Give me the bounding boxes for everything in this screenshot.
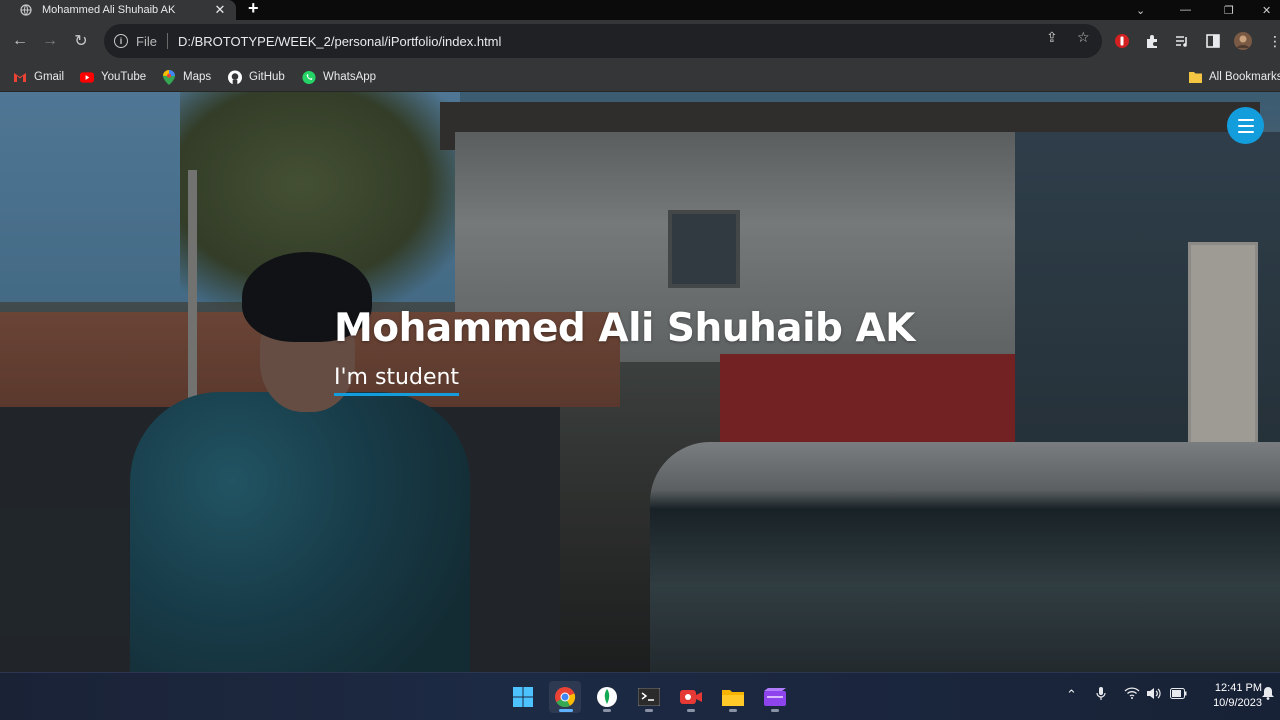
bookmark-github[interactable]: GitHub <box>228 68 285 86</box>
taskbar-clock[interactable]: 12:41 PM 10/9/2023 <box>1196 681 1262 711</box>
bookmark-label: Maps <box>183 71 212 83</box>
back-arrow-icon[interactable]: ← <box>10 31 30 51</box>
globe-icon <box>20 4 32 16</box>
battery-icon[interactable] <box>1170 687 1187 702</box>
bookmark-label: GitHub <box>249 71 285 83</box>
bookmark-label: Gmail <box>34 71 65 83</box>
mobile-nav-toggle-button[interactable] <box>1227 107 1264 144</box>
maps-icon <box>162 69 176 85</box>
browser-toolbar: ← → ↻ i File D:/BROTOTYPE/WEEK_2/persona… <box>0 20 1280 62</box>
address-url[interactable]: D:/BROTOTYPE/WEEK_2/personal/iPortfolio/… <box>178 34 1102 49</box>
folder-icon <box>1188 70 1202 84</box>
media-queue-icon[interactable] <box>1173 32 1191 50</box>
hero-section: Mohammed Ali Shuhaib AK I'm student <box>0 92 1280 672</box>
hero-subtitle: I'm student <box>334 365 460 396</box>
clipchamp-icon[interactable] <box>759 681 791 713</box>
address-scheme: File <box>136 33 157 49</box>
volume-icon[interactable] <box>1146 687 1162 703</box>
taskbar: ⌃ 12:41 PM 10/9/2023 <box>0 672 1280 720</box>
windows-start-icon[interactable] <box>507 681 539 713</box>
clock-time: 12:41 PM <box>1214 682 1262 694</box>
new-tab-icon[interactable]: + <box>248 0 259 19</box>
reload-icon[interactable]: ↻ <box>71 31 91 51</box>
bookmark-maps[interactable]: Maps <box>162 68 211 86</box>
tab-title: Mohammed Ali Shuhaib AK <box>42 4 176 16</box>
browser-menu-icon[interactable]: ⋮ <box>1266 32 1280 50</box>
bookmark-label: WhatsApp <box>323 71 377 83</box>
hamburger-icon <box>1237 118 1254 121</box>
window-close-icon[interactable]: ✕ <box>1262 0 1271 20</box>
minimize-icon[interactable]: — <box>1180 0 1191 20</box>
terminal-icon[interactable] <box>633 681 665 713</box>
screen-recorder-icon[interactable] <box>675 681 707 713</box>
bookmark-youtube[interactable]: YouTube <box>80 68 146 86</box>
extension-adblock-icon[interactable] <box>1113 32 1131 50</box>
bookmark-whatsapp[interactable]: WhatsApp <box>302 68 376 86</box>
github-icon <box>228 70 242 84</box>
bookmarks-bar: Gmail YouTube Maps GitHub WhatsApp All B… <box>0 62 1280 92</box>
side-panel-icon[interactable] <box>1204 32 1222 50</box>
restore-icon[interactable]: ❐ <box>1224 0 1234 20</box>
notification-bell-icon[interactable] <box>1262 687 1274 703</box>
address-separator <box>166 33 168 49</box>
extensions-puzzle-icon[interactable] <box>1143 32 1161 50</box>
gmail-icon <box>13 70 27 84</box>
microphone-icon[interactable] <box>1096 687 1106 704</box>
youtube-icon <box>80 70 94 84</box>
all-bookmarks-label: All Bookmarks <box>1209 71 1280 83</box>
site-info-icon[interactable]: i <box>114 34 128 48</box>
screen: Mohammed Ali Shuhaib AK ✕ + ⌄ — ❐ ✕ ← → … <box>0 0 1280 720</box>
browser-tab[interactable]: Mohammed Ali Shuhaib AK ✕ <box>0 0 236 20</box>
share-icon[interactable]: ⇪ <box>1046 29 1058 46</box>
tab-close-icon[interactable]: ✕ <box>212 2 228 18</box>
address-bar[interactable]: i File D:/BROTOTYPE/WEEK_2/personal/iPor… <box>104 24 1102 58</box>
mongodb-compass-icon[interactable] <box>591 681 623 713</box>
tab-search-chevron-icon[interactable]: ⌄ <box>1136 0 1145 20</box>
tray-chevron-up-icon[interactable]: ⌃ <box>1066 687 1077 703</box>
hero-text: Mohammed Ali Shuhaib AK I'm student <box>334 306 915 396</box>
wifi-icon[interactable] <box>1124 687 1140 702</box>
hero-name: Mohammed Ali Shuhaib AK <box>334 306 915 351</box>
clock-date: 10/9/2023 <box>1213 697 1262 709</box>
whatsapp-icon <box>302 70 316 84</box>
chrome-icon[interactable] <box>549 681 581 713</box>
bookmark-gmail[interactable]: Gmail <box>13 68 64 86</box>
bookmark-label: YouTube <box>101 71 147 83</box>
tab-strip: Mohammed Ali Shuhaib AK ✕ + ⌄ — ❐ ✕ <box>0 0 1280 20</box>
forward-arrow-icon[interactable]: → <box>40 31 60 51</box>
profile-avatar[interactable] <box>1234 32 1252 50</box>
all-bookmarks-folder[interactable]: All Bookmarks <box>1188 68 1280 86</box>
file-explorer-icon[interactable] <box>717 681 749 713</box>
bookmark-star-icon[interactable]: ☆ <box>1077 29 1090 46</box>
